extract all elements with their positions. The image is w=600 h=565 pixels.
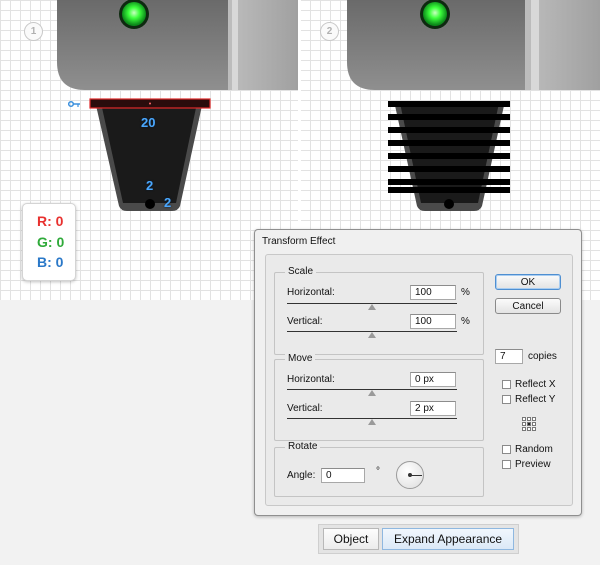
blue-value: B: 0 [37, 254, 64, 270]
scale-horizontal-unit: % [461, 287, 470, 298]
reflect-x-label: Reflect X [515, 379, 556, 390]
scale-horizontal-input[interactable]: 100 [410, 285, 456, 300]
rotate-label: Rotate [285, 441, 321, 452]
reflect-x-checkbox[interactable] [502, 380, 511, 389]
move-horizontal-label: Horizontal: [287, 374, 335, 385]
transform-effect-dialog: Transform Effect Scale Horizontal: 100 %… [254, 229, 582, 516]
preview-checkbox[interactable] [502, 460, 511, 469]
key-icon [67, 100, 80, 108]
bottom-width-label: 2 [146, 178, 154, 193]
move-horizontal-thumb[interactable] [368, 390, 376, 396]
scale-label: Scale [285, 266, 317, 277]
dialog-title: Transform Effect [262, 236, 336, 247]
step-1-badge: 1 [24, 22, 43, 41]
red-value: R: 0 [37, 213, 64, 229]
random-checkbox[interactable] [502, 445, 511, 454]
scale-horizontal-label: Horizontal: [287, 287, 335, 298]
scale-group: Scale Horizontal: 100 % Vertical: 100 % [274, 266, 484, 355]
angle-label: Angle: [287, 470, 316, 481]
bottom-button-bar: Object Expand Appearance [318, 524, 519, 554]
move-label: Move [285, 353, 316, 364]
scale-vertical-label: Vertical: [287, 316, 323, 327]
copies-label: copies [528, 351, 557, 362]
green-value: G: 0 [37, 234, 65, 250]
preview-label: Preview [515, 459, 551, 470]
scale-horizontal-thumb[interactable] [368, 304, 376, 310]
reference-point-icon[interactable] [522, 417, 536, 431]
corner-radius-label: 2 [164, 195, 172, 210]
scale-vertical-thumb[interactable] [368, 332, 376, 338]
reflect-y-checkbox[interactable] [502, 395, 511, 404]
angle-unit: ° [376, 466, 380, 477]
dialog-body: Scale Horizontal: 100 % Vertical: 100 % … [265, 254, 573, 506]
rotate-group: Rotate Angle: 0 ° [274, 441, 484, 497]
color-swatch-card: R: 0 G: 0 B: 0 [22, 203, 76, 281]
move-group: Move Horizontal: 0 px Vertical: 2 px [274, 353, 484, 441]
cancel-button[interactable]: Cancel [495, 298, 561, 314]
move-vertical-input[interactable]: 2 px [410, 401, 456, 416]
expand-appearance-button[interactable]: Expand Appearance [382, 528, 514, 550]
move-horizontal-input[interactable]: 0 px [410, 372, 456, 387]
move-vertical-thumb[interactable] [368, 419, 376, 425]
reflect-y-label: Reflect Y [515, 394, 556, 405]
scale-vertical-input[interactable]: 100 [410, 314, 456, 329]
angle-input[interactable]: 0 [321, 468, 365, 483]
copies-input[interactable]: 7 [495, 349, 523, 364]
move-vertical-label: Vertical: [287, 403, 323, 414]
ok-button[interactable]: OK [495, 274, 561, 290]
angle-dial[interactable] [396, 461, 424, 489]
scale-vertical-unit: % [461, 316, 470, 327]
step-2-badge: 2 [320, 22, 339, 41]
object-button[interactable]: Object [323, 528, 379, 550]
top-width-label: 20 [141, 115, 156, 130]
random-label: Random [515, 444, 553, 455]
